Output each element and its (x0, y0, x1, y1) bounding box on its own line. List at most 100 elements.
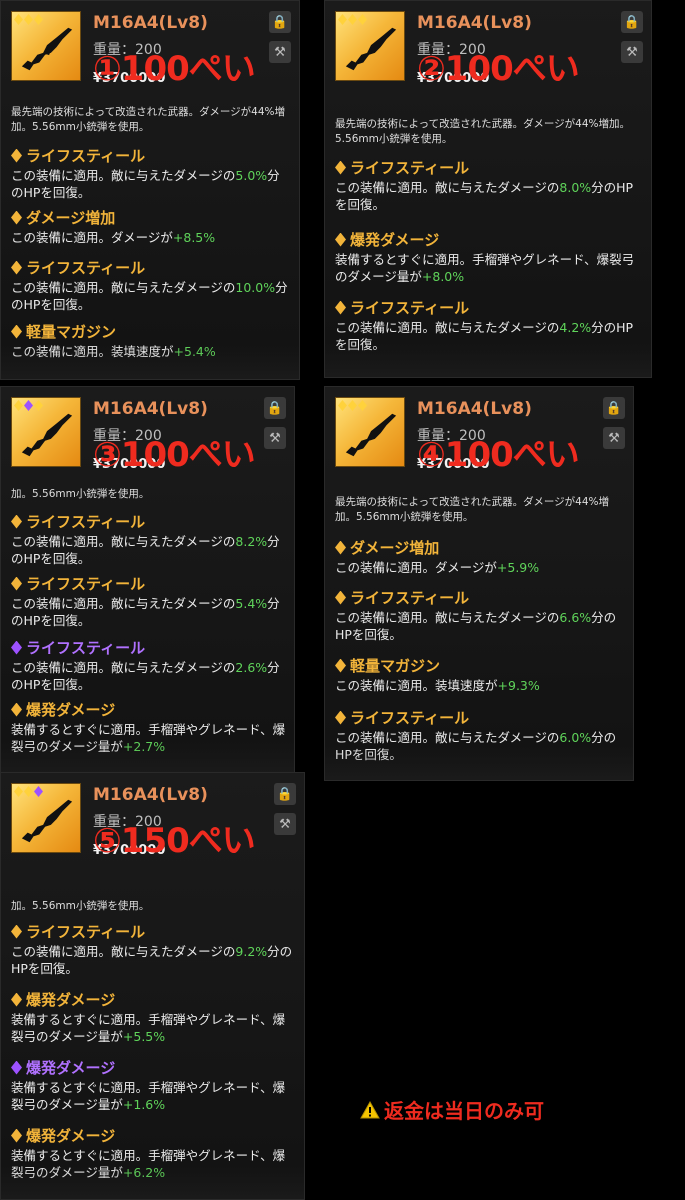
perk-value: +6.2% (122, 1165, 166, 1180)
perk-description: 装備するとすぐに適用。手榴弾やグレネード、爆裂弓のダメージ量が+8.0% (335, 251, 643, 285)
perk-text-before: この装備に適用。敵に与えたダメージの (335, 320, 560, 335)
dismantle-icon[interactable]: ⚒ (269, 41, 291, 63)
purple-diamond-icon (11, 640, 22, 655)
perk-text-before: この装備に適用。敵に与えたダメージの (335, 730, 560, 745)
gold-diamond-icon (335, 710, 346, 725)
weapon-thumbnail (11, 397, 81, 467)
dismantle-icon[interactable]: ⚒ (264, 427, 286, 449)
perk-description: この装備に適用。敵に与えたダメージの5.0%分のHPを回復。 (11, 167, 291, 201)
dismantle-icon[interactable]: ⚒ (274, 813, 296, 835)
perk-text-before: この装備に適用。敵に与えたダメージの (11, 280, 236, 295)
perk-name-label: 軽量マガジン (350, 657, 441, 675)
perk-name: ライフスティール (11, 573, 145, 594)
gold-diamond-icon (335, 232, 346, 247)
perk-value: 5.0% (235, 168, 268, 183)
perk-name: ライフスティール (11, 511, 145, 532)
item-description: 加。5.56mm小銃弾を使用。 (11, 488, 150, 500)
perk-description: 装備するとすぐに適用。手榴弾やグレネード、爆裂弓のダメージ量が+2.7% (11, 721, 286, 755)
lock-icon[interactable]: 🔒 (621, 11, 643, 33)
perk-name: ライフスティール (11, 257, 145, 278)
lock-icon[interactable]: 🔒 (264, 397, 286, 419)
perk-value: 8.0% (559, 180, 592, 195)
perk-value: 6.0% (559, 730, 592, 745)
perk-value: +9.3% (497, 678, 540, 693)
perk-value: 10.0% (235, 280, 276, 295)
lock-icon[interactable]: 🔒 (274, 783, 296, 805)
gold-diamond-icon (335, 590, 346, 605)
item-card-5[interactable]: M16A4(Lv8) 重量：200 ¥3700000 ⑤150ぺい 🔒 ⚒ 加。… (0, 772, 305, 1200)
perk-value: 2.6% (235, 660, 268, 675)
perk-value: +8.5% (172, 230, 216, 245)
perk-description: この装備に適用。ダメージが+8.5% (11, 229, 291, 246)
perk-name-label: ライフスティール (26, 259, 146, 277)
dismantle-icon[interactable]: ⚒ (603, 427, 625, 449)
item-title: M16A4(Lv8) (417, 13, 532, 33)
dismantle-icon[interactable]: ⚒ (621, 41, 643, 63)
perk-text-before: この装備に適用。敵に与えたダメージの (11, 534, 236, 549)
item-card-2[interactable]: M16A4(Lv8) 重量：200 ¥3700000 ②100ぺい 🔒 ⚒ 最先… (324, 0, 652, 378)
price-overlay: ③100ぺい (93, 435, 256, 475)
gold-diamond-icon (335, 540, 346, 555)
perk-name: ライフスティール (335, 707, 469, 728)
gold-diamond-icon (11, 992, 22, 1007)
rifle-icon (21, 413, 73, 457)
item-description: 最先端の技術によって改造された武器。ダメージが44%増加。5.56mm小銃弾を使… (11, 106, 285, 133)
perk-name-label: ライフスティール (26, 513, 146, 531)
perk-name: ライフスティール (11, 921, 145, 942)
perk-name-label: ダメージ増加 (26, 209, 116, 227)
perk-text-before: この装備に適用。ダメージが (335, 560, 497, 575)
perk-description: この装備に適用。敵に与えたダメージの6.6%分のHPを回復。 (335, 609, 625, 643)
perk-description: この装備に適用。敵に与えたダメージの10.0%分のHPを回復。 (11, 279, 291, 313)
perk-name-label: 爆発ダメージ (350, 231, 440, 249)
warning-icon (360, 1100, 380, 1118)
perk-value: 8.2% (235, 534, 268, 549)
item-title: M16A4(Lv8) (417, 399, 532, 419)
perk-name: ライフスティール (335, 297, 469, 318)
perk-name: 爆発ダメージ (11, 989, 115, 1010)
perk-value: 6.6% (559, 610, 592, 625)
perk-description: 装備するとすぐに適用。手榴弾やグレネード、爆裂弓のダメージ量が+5.5% (11, 1011, 296, 1045)
perk-description: この装備に適用。敵に与えたダメージの2.6%分のHPを回復。 (11, 659, 286, 693)
perk-value: +8.0% (421, 269, 465, 284)
rifle-icon (21, 27, 73, 71)
lock-icon[interactable]: 🔒 (269, 11, 291, 33)
perk-description: 装備するとすぐに適用。手榴弾やグレネード、爆裂弓のダメージ量が+6.2% (11, 1147, 296, 1181)
perk-name: 爆発ダメージ (11, 1125, 115, 1146)
gold-diamond-icon (335, 300, 346, 315)
perk-name-label: ライフスティール (350, 299, 470, 317)
perk-description: この装備に適用。敵に与えたダメージの8.2%分のHPを回復。 (11, 533, 286, 567)
item-description: 最先端の技術によって改造された武器。ダメージが44%増加。5.56mm小銃弾を使… (335, 496, 609, 523)
perk-description: この装備に適用。装填速度が+9.3% (335, 677, 625, 694)
perk-name: 軽量マガジン (11, 321, 116, 342)
perk-value: 9.2% (235, 944, 268, 959)
perk-value: +5.5% (122, 1029, 166, 1044)
perk-text-before: この装備に適用。敵に与えたダメージの (11, 596, 236, 611)
item-card-3[interactable]: M16A4(Lv8) 重量：200 ¥3700000 ③100ぺい 🔒 ⚒ 加。… (0, 386, 295, 776)
perk-name: ライフスティール (335, 157, 469, 178)
perk-description: この装備に適用。敵に与えたダメージの6.0%分のHPを回復。 (335, 729, 625, 763)
rifle-icon (21, 799, 73, 843)
perk-text-before: この装備に適用。敵に与えたダメージの (11, 944, 236, 959)
weapon-thumbnail (11, 783, 81, 853)
purple-diamond-icon (11, 1060, 22, 1075)
lock-icon[interactable]: 🔒 (603, 397, 625, 419)
perk-value: +5.9% (496, 560, 540, 575)
perk-name-label: ライフスティール (350, 589, 470, 607)
perk-text-before: この装備に適用。敵に与えたダメージの (11, 168, 236, 183)
item-card-1[interactable]: M16A4(Lv8) 重量：200 ¥3700000 ①100ぺい 🔒 ⚒ 最先… (0, 0, 300, 380)
weapon-thumbnail (335, 11, 405, 81)
item-card-4[interactable]: M16A4(Lv8) 重量：200 ¥3700000 ④100ぺい 🔒 ⚒ 最先… (324, 386, 634, 781)
perk-value: 4.2% (559, 320, 592, 335)
gold-diamond-icon (335, 160, 346, 175)
rifle-icon (345, 413, 397, 457)
perk-text-before: この装備に適用。敵に与えたダメージの (335, 180, 560, 195)
perk-name: ライフスティール (11, 637, 145, 658)
perk-name-label: ライフスティール (350, 159, 470, 177)
perk-text-before: この装備に適用。装填速度が (335, 678, 498, 693)
perk-value: 5.4% (235, 596, 268, 611)
perk-name-label: 爆発ダメージ (26, 1127, 116, 1145)
item-title: M16A4(Lv8) (93, 399, 208, 419)
perk-text-before: この装備に適用。装填速度が (11, 344, 174, 359)
perk-name: 爆発ダメージ (335, 229, 439, 250)
perk-name: ライフスティール (335, 587, 469, 608)
